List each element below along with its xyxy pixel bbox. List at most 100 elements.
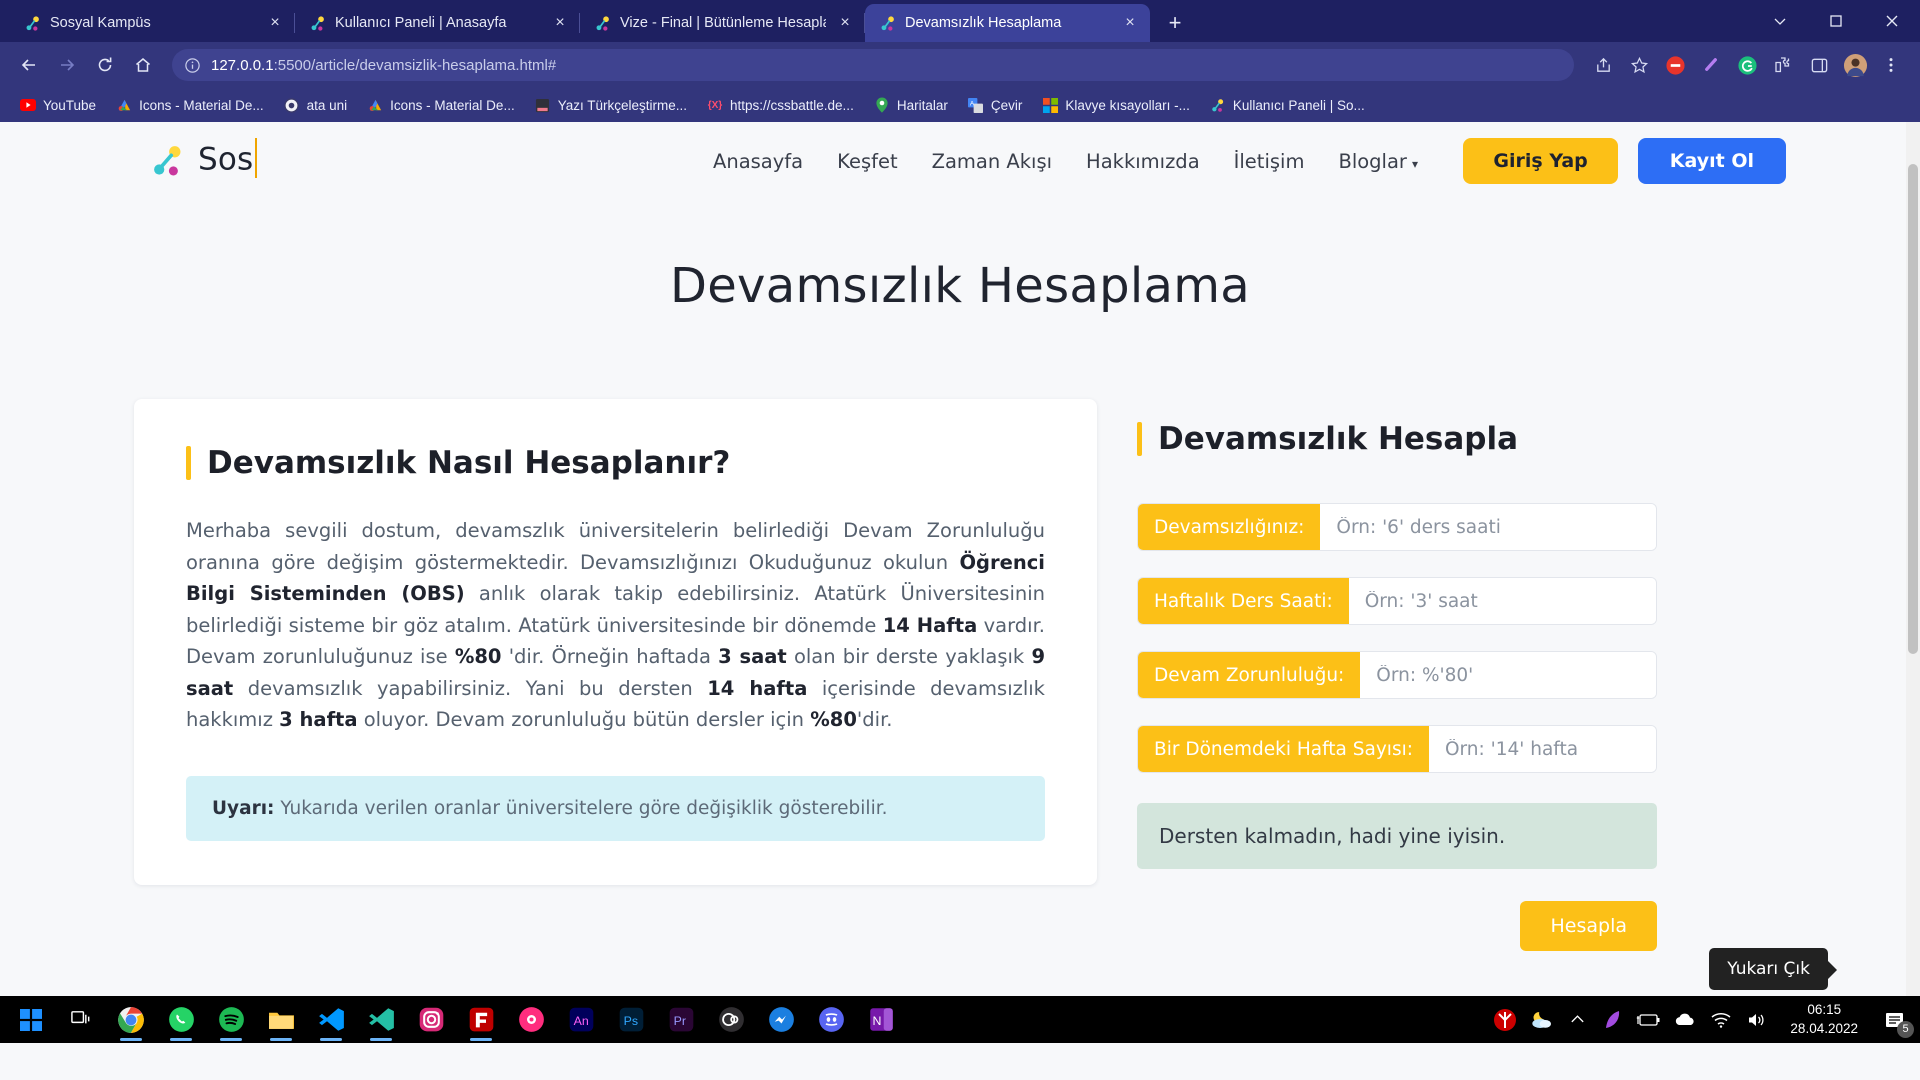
field-hafta-sayisi[interactable]: Bir Dönemdeki Hafta Sayısı: (1137, 725, 1657, 773)
forward-arrow-icon (50, 48, 84, 82)
scroll-to-top-tooltip[interactable]: Yukarı Çık (1709, 948, 1837, 990)
page-scrollbar[interactable] (1906, 122, 1920, 1043)
bookmark-cssbattle[interactable]: {X} https://cssbattle.de... (699, 94, 862, 116)
speaker-icon[interactable] (1744, 1005, 1770, 1035)
minimize-icon[interactable] (1752, 0, 1808, 42)
article-card: Devamsızlık Nasıl Hesaplanır? Merhaba se… (134, 399, 1097, 886)
task-view-button[interactable] (58, 998, 104, 1042)
vscode-insiders-app[interactable] (358, 998, 404, 1042)
article-text: 'dir. Örneğin haftada (501, 645, 719, 669)
close-icon[interactable]: × (265, 13, 285, 33)
calculator-actions: Hesapla (1137, 901, 1657, 951)
field-haftalik-ders-saati[interactable]: Haftalık Ders Saati: (1137, 577, 1657, 625)
devamsizlik-input[interactable] (1320, 504, 1656, 550)
chevron-up-icon[interactable] (1564, 1005, 1590, 1035)
close-icon[interactable]: × (835, 13, 855, 33)
hesapla-button[interactable]: Hesapla (1520, 901, 1657, 951)
nav-item-zaman-akisi[interactable]: Zaman Akışı (932, 150, 1052, 173)
notification-center-button[interactable]: 5 (1878, 1003, 1914, 1038)
vscode-app[interactable] (308, 998, 354, 1042)
onenote-app[interactable]: N (858, 998, 904, 1042)
weather-night-cloud-icon[interactable] (1528, 1005, 1554, 1035)
nav-item-hakkimizda[interactable]: Hakkımızda (1086, 150, 1200, 173)
nav-item-bloglar[interactable]: Bloglar ▾ (1338, 150, 1418, 173)
bookmark-icons-material-1[interactable]: Icons - Material De... (108, 94, 272, 116)
grammarly-extension-icon[interactable] (1730, 48, 1764, 82)
article-text: olan bir derste yaklaşık (786, 645, 1032, 669)
home-icon[interactable] (126, 48, 160, 82)
kebab-menu-icon[interactable] (1874, 48, 1908, 82)
back-arrow-icon[interactable] (12, 48, 46, 82)
youtube-icon (20, 97, 36, 113)
bookmark-kullanici-paneli[interactable]: Kullanıcı Paneli | So... (1202, 94, 1373, 116)
bookmark-youtube[interactable]: YouTube (12, 94, 104, 116)
address-bar[interactable]: 127.0.0.1:5500/article/devamsizlik-hesap… (172, 49, 1574, 81)
login-button[interactable]: Giriş Yap (1463, 138, 1618, 184)
wifi-icon[interactable] (1708, 1005, 1734, 1035)
bookmark-ata-uni[interactable]: ata uni (276, 94, 356, 116)
file-explorer-app[interactable] (258, 998, 304, 1042)
adblock-extension-icon[interactable] (1658, 48, 1692, 82)
instagram-app[interactable] (408, 998, 454, 1042)
calculator-heading: Devamsızlık Hesapla (1137, 421, 1657, 457)
browser-tab-0[interactable]: Sosyal Kampüs × (10, 4, 295, 42)
star-icon[interactable] (1622, 48, 1656, 82)
maximize-icon[interactable] (1808, 0, 1864, 42)
tab-title: Vize - Final | Bütünleme Hesaplama (620, 15, 826, 31)
nav-item-anasayfa[interactable]: Anasayfa (713, 150, 803, 173)
yandex-icon[interactable] (1492, 1005, 1518, 1035)
close-window-icon[interactable] (1864, 0, 1920, 42)
figma-app[interactable] (508, 998, 554, 1042)
content-area: Devamsızlık Nasıl Hesaplanır? Merhaba se… (0, 399, 1920, 951)
start-button[interactable] (8, 998, 54, 1042)
taskbar-clock[interactable]: 06:15 28.04.2022 (1780, 1001, 1868, 1038)
adobe-premiere-app[interactable]: Pr (658, 998, 704, 1042)
whatsapp-app[interactable] (158, 998, 204, 1042)
obs-app[interactable] (708, 998, 754, 1042)
side-panel-icon[interactable] (1802, 48, 1836, 82)
haftalik-ders-saati-input[interactable] (1348, 578, 1656, 624)
signup-button[interactable]: Kayıt Ol (1637, 138, 1786, 184)
field-devamsizliginiz[interactable]: Devamsızlığınız: (1137, 503, 1657, 551)
reload-icon[interactable] (88, 48, 122, 82)
adobe-photoshop-app[interactable]: Ps (608, 998, 654, 1042)
cloud-icon[interactable] (1672, 1005, 1698, 1035)
battery-charging-icon[interactable] (1636, 1005, 1662, 1035)
browser-window: Sosyal Kampüs × Kullanıcı Paneli | Anasa… (0, 0, 1920, 122)
article-paragraph: Merhaba sevgili dostum, devamszlık ünive… (186, 515, 1045, 736)
browser-tab-2[interactable]: Vize - Final | Bütünleme Hesaplama × (580, 4, 865, 42)
extension-icon-2[interactable] (1694, 48, 1728, 82)
new-tab-button[interactable]: + (1158, 6, 1192, 40)
devam-zorunlulugu-input[interactable] (1360, 652, 1656, 698)
brand[interactable]: Sos (150, 138, 263, 181)
bookmark-yazi-turkcelestirme[interactable]: Yazı Türkçeleştirme... (527, 94, 695, 116)
window-controls (1752, 0, 1920, 42)
info-icon[interactable] (184, 57, 201, 74)
bookmark-icons-material-2[interactable]: Icons - Material De... (359, 94, 523, 116)
discord-app[interactable] (808, 998, 854, 1042)
article-heading-text: Devamsızlık Nasıl Hesaplanır? (207, 445, 731, 481)
close-icon[interactable]: × (1120, 13, 1140, 33)
messenger-app[interactable] (758, 998, 804, 1042)
result-message: Dersten kalmadın, hadi yine iyisin. (1137, 803, 1657, 869)
field-devam-zorunlulugu[interactable]: Devam Zorunluluğu: (1137, 651, 1657, 699)
bookmark-cevir[interactable]: A Çevir (960, 94, 1031, 116)
spotify-app[interactable] (208, 998, 254, 1042)
scrollbar-thumb[interactable] (1908, 164, 1918, 654)
nav-item-iletisim[interactable]: İletişim (1234, 150, 1305, 173)
filezilla-app[interactable] (458, 998, 504, 1042)
browser-tab-3[interactable]: Devamsızlık Hesaplama × (865, 4, 1150, 42)
nav-item-kesfet[interactable]: Keşfet (837, 150, 897, 173)
close-icon[interactable]: × (550, 13, 570, 33)
share-icon[interactable] (1586, 48, 1620, 82)
bookmark-klavye-kisayollari[interactable]: Klavye kısayolları -... (1034, 94, 1198, 116)
hafta-sayisi-input[interactable] (1428, 726, 1656, 772)
feather-icon[interactable] (1600, 1005, 1626, 1035)
browser-tab-1[interactable]: Kullanıcı Paneli | Anasayfa × (295, 4, 580, 42)
puzzle-icon[interactable] (1766, 48, 1800, 82)
accent-bar (186, 446, 191, 480)
bookmark-haritalar[interactable]: Haritalar (866, 94, 956, 116)
adobe-animate-app[interactable]: An (558, 998, 604, 1042)
avatar[interactable] (1838, 48, 1872, 82)
chrome-app[interactable] (108, 998, 154, 1042)
